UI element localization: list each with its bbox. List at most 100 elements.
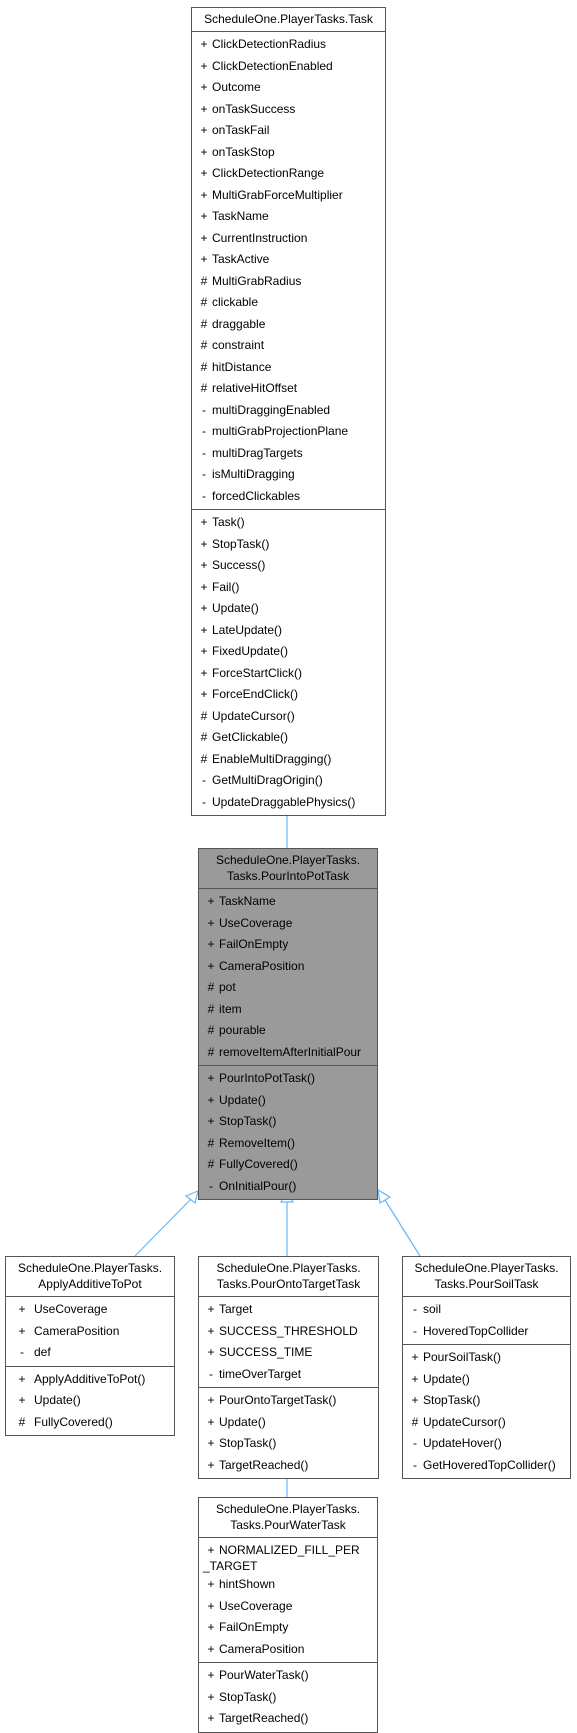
method-row[interactable]: # FullyCovered() [199, 1154, 377, 1176]
method-row[interactable]: - UpdateHover() [403, 1433, 570, 1455]
class-box-pour-into-pot-task[interactable]: ScheduleOne.PlayerTasks. Tasks.PourIntoP… [198, 848, 378, 1200]
method-row[interactable]: + TargetReached() [199, 1708, 377, 1730]
attribute-row[interactable]: + CameraPosition [6, 1321, 174, 1343]
method-row[interactable]: + PourIntoPotTask() [199, 1068, 377, 1090]
method-row[interactable]: + PourOntoTargetTask() [199, 1390, 378, 1412]
edge-applyadditive-pourintopot [134, 1198, 192, 1257]
attribute-row[interactable]: + FailOnEmpty [199, 934, 377, 956]
method-row[interactable]: - GetMultiDragOrigin() [192, 770, 385, 792]
method-row[interactable]: # GetClickable() [192, 727, 385, 749]
class-box-pour-water-task[interactable]: ScheduleOne.PlayerTasks. Tasks.PourWater… [198, 1497, 378, 1733]
method-row[interactable]: # EnableMultiDragging() [192, 749, 385, 771]
method-row[interactable]: + ForceStartClick() [192, 663, 385, 685]
method-row[interactable]: + StopTask() [192, 534, 385, 556]
method-row[interactable]: + LateUpdate() [192, 620, 385, 642]
method-row[interactable]: + ApplyAdditiveToPot() [6, 1369, 174, 1391]
attribute-row[interactable]: + UseCoverage [199, 1596, 377, 1618]
method-row[interactable]: + Update() [6, 1390, 174, 1412]
attribute-row[interactable]: + onTaskStop [192, 142, 385, 164]
attribute-row[interactable]: + MultiGrabForceMultiplier [192, 185, 385, 207]
attribute-row[interactable]: # item [199, 999, 377, 1021]
attribute-row[interactable]: + CurrentInstruction [192, 228, 385, 250]
attribute-row[interactable]: # clickable [192, 292, 385, 314]
method-row[interactable]: + Update() [403, 1369, 570, 1391]
attribute-row[interactable]: + TaskName [192, 206, 385, 228]
attribute-row[interactable]: - def [6, 1342, 174, 1364]
method-row[interactable]: + TargetReached() [199, 1455, 378, 1477]
visibility-marker: + [207, 1543, 215, 1557]
method-row[interactable]: # RemoveItem() [199, 1133, 377, 1155]
attribute-row[interactable]: + Outcome [192, 77, 385, 99]
method-row[interactable]: + Success() [192, 555, 385, 577]
attribute-row[interactable]: + ClickDetectionRadius [192, 34, 385, 56]
attribute-row[interactable]: - soil [403, 1299, 570, 1321]
attribute-row[interactable]: + UseCoverage [199, 913, 377, 935]
attribute-row[interactable]: + hintShown [199, 1574, 377, 1596]
method-row[interactable]: + StopTask() [199, 1111, 377, 1133]
visibility-marker: + [200, 665, 208, 680]
method-row[interactable]: + Task() [192, 512, 385, 534]
class-box-apply-additive-to-pot[interactable]: ScheduleOne.PlayerTasks. ApplyAdditiveTo… [5, 1256, 175, 1436]
method-row[interactable]: + Update() [199, 1090, 377, 1112]
attribute-row[interactable]: # removeItemAfterInitialPour [199, 1042, 377, 1064]
method-row[interactable]: + PourWaterTask() [199, 1665, 377, 1687]
method-name: GetMultiDragOrigin() [212, 773, 323, 787]
attribute-row[interactable]: + SUCCESS_THRESHOLD [199, 1321, 378, 1343]
attribute-row[interactable]: # MultiGrabRadius [192, 271, 385, 293]
attribute-row[interactable]: + FailOnEmpty [199, 1617, 377, 1639]
method-name: PourOntoTargetTask() [219, 1393, 337, 1407]
method-name: Update() [219, 1414, 266, 1429]
attribute-row[interactable]: # hitDistance [192, 357, 385, 379]
method-row[interactable]: + ForceEndClick() [192, 684, 385, 706]
attribute-row[interactable]: + TaskActive [192, 249, 385, 271]
attribute-row[interactable]: - multiDraggingEnabled [192, 400, 385, 422]
method-row[interactable]: + StopTask() [199, 1433, 378, 1455]
attribute-row[interactable]: - forcedClickables [192, 486, 385, 508]
method-row[interactable]: - GetHoveredTopCollider() [403, 1455, 570, 1477]
method-name: Update() [219, 1092, 266, 1107]
attribute-row[interactable]: # draggable [192, 314, 385, 336]
method-row[interactable]: + Update() [192, 598, 385, 620]
attribute-row[interactable]: # relativeHitOffset [192, 378, 385, 400]
method-row[interactable]: + StopTask() [403, 1390, 570, 1412]
attribute-row[interactable]: + CameraPosition [199, 956, 377, 978]
attribute-row[interactable]: # constraint [192, 335, 385, 357]
class-box-pour-onto-target-task[interactable]: ScheduleOne.PlayerTasks. Tasks.PourOntoT… [198, 1256, 379, 1479]
attribute-row[interactable]: # pourable [199, 1020, 377, 1042]
attribute-row[interactable]: - multiDragTargets [192, 443, 385, 465]
attribute-row[interactable]: + onTaskSuccess [192, 99, 385, 121]
method-name: ForceEndClick() [212, 687, 299, 701]
attribute-row[interactable]: - isMultiDragging [192, 464, 385, 486]
attribute-row[interactable]: + ClickDetectionRange [192, 163, 385, 185]
class-box-task[interactable]: ScheduleOne.PlayerTasks.Task + ClickDetect… [191, 7, 386, 816]
method-name: RemoveItem() [219, 1135, 296, 1150]
attribute-row[interactable]: + TaskName [199, 891, 377, 913]
class-box-pour-soil-task[interactable]: ScheduleOne.PlayerTasks. Tasks.PourSoilT… [402, 1256, 571, 1479]
attribute-row[interactable]: - multiGrabProjectionPlane [192, 421, 385, 443]
class-title: ScheduleOne.PlayerTasks. ApplyAdditiveTo… [6, 1257, 174, 1297]
method-row[interactable]: - UpdateDraggablePhysics() [192, 792, 385, 814]
method-row[interactable]: # FullyCovered() [6, 1412, 174, 1434]
attribute-row[interactable]: + CameraPosition [199, 1639, 377, 1661]
method-row[interactable]: + Fail() [192, 577, 385, 599]
method-row[interactable]: + PourSoilTask() [403, 1347, 570, 1369]
attribute-row[interactable]: + NORMALIZED_FILL_PER _TARGET [199, 1540, 377, 1574]
attribute-row[interactable]: # pot [199, 977, 377, 999]
visibility-marker: + [200, 230, 208, 245]
attribute-row[interactable]: + UseCoverage [6, 1299, 174, 1321]
attribute-row[interactable]: - timeOverTarget [199, 1364, 378, 1386]
attribute-row[interactable]: - HoveredTopCollider [403, 1321, 570, 1343]
method-row[interactable]: # UpdateCursor() [192, 706, 385, 728]
method-row[interactable]: + Update() [199, 1412, 378, 1434]
method-row[interactable]: + StopTask() [199, 1687, 377, 1709]
method-name: TargetReached() [219, 1457, 309, 1472]
method-row[interactable]: - OnInitialPour() [199, 1176, 377, 1198]
attribute-row[interactable]: + onTaskFail [192, 120, 385, 142]
attribute-row[interactable]: + SUCCESS_TIME [199, 1342, 378, 1364]
visibility-marker: # [200, 316, 208, 331]
attribute-row[interactable]: + Target [199, 1299, 378, 1321]
method-row[interactable]: # UpdateCursor() [403, 1412, 570, 1434]
attribute-row[interactable]: + ClickDetectionEnabled [192, 56, 385, 78]
method-row[interactable]: + FixedUpdate() [192, 641, 385, 663]
attribute-section: + Target + SUCCESS_THRESHOLD + SUCCESS_TIME - t… [199, 1297, 378, 1387]
